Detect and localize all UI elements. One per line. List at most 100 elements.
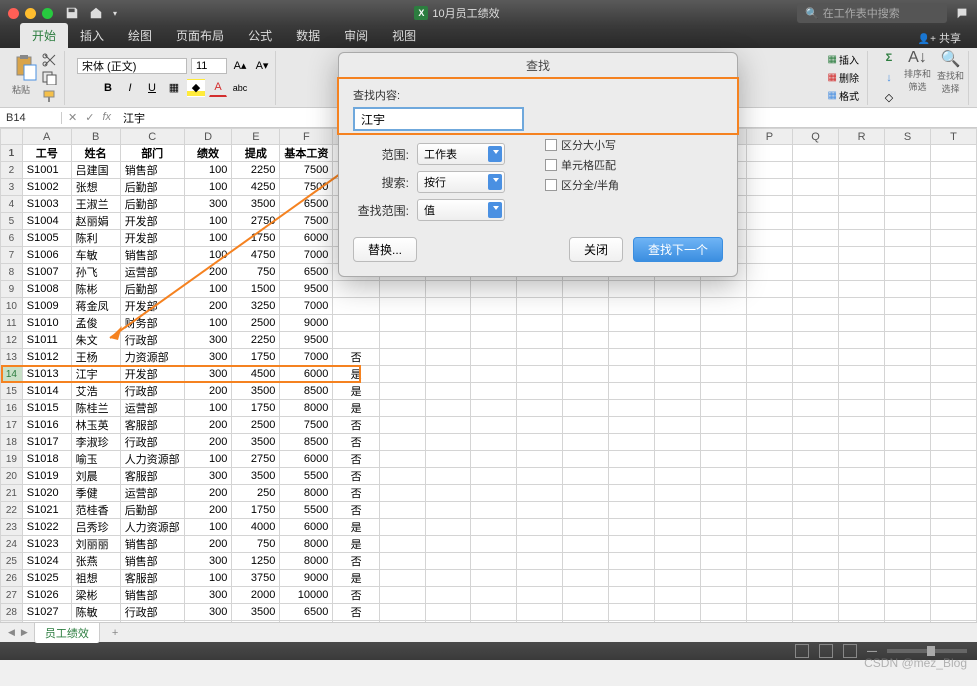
cell[interactable]: 200 <box>184 502 232 519</box>
cell[interactable] <box>700 366 746 383</box>
cell[interactable]: 8500 <box>280 383 333 400</box>
cell[interactable]: S1020 <box>22 485 71 502</box>
cell[interactable] <box>379 485 425 502</box>
row-header[interactable]: 9 <box>1 281 23 298</box>
cell[interactable] <box>471 383 517 400</box>
cell[interactable] <box>700 451 746 468</box>
cell[interactable]: 财务部 <box>120 315 184 332</box>
cell[interactable] <box>654 604 700 621</box>
cell[interactable] <box>608 570 654 587</box>
cell[interactable]: 后勤部 <box>120 196 184 213</box>
cell[interactable] <box>654 519 700 536</box>
cell[interactable] <box>471 298 517 315</box>
cell[interactable]: 250 <box>232 485 280 502</box>
col-header[interactable]: R <box>839 129 885 145</box>
cell[interactable] <box>792 434 838 451</box>
cell[interactable] <box>471 349 517 366</box>
cell[interactable]: 车敏 <box>71 247 120 264</box>
cell[interactable] <box>839 570 885 587</box>
cell[interactable]: 陈利 <box>71 230 120 247</box>
cell[interactable] <box>746 587 792 604</box>
cell[interactable]: S1010 <box>22 315 71 332</box>
cell[interactable] <box>931 400 977 417</box>
cell[interactable]: 客服部 <box>120 417 184 434</box>
cell[interactable] <box>562 400 608 417</box>
cell[interactable]: 是 <box>333 400 379 417</box>
cell[interactable]: 否 <box>333 451 379 468</box>
row-header[interactable]: 17 <box>1 417 23 434</box>
cell[interactable]: 100 <box>184 247 232 264</box>
replace-button[interactable]: 替换... <box>353 237 417 262</box>
cell[interactable] <box>839 383 885 400</box>
cell[interactable]: 7500 <box>280 213 333 230</box>
cell[interactable] <box>516 366 562 383</box>
table-header-cell[interactable]: 工号 <box>22 145 71 162</box>
sheet-nav-next-icon[interactable]: ▶ <box>21 627 28 638</box>
cell[interactable] <box>562 315 608 332</box>
cell[interactable]: 是 <box>333 621 379 623</box>
cell[interactable] <box>425 587 470 604</box>
cell[interactable] <box>608 332 654 349</box>
cell[interactable] <box>654 451 700 468</box>
cell[interactable]: 行政部 <box>120 383 184 400</box>
name-box[interactable]: B14 <box>0 112 62 124</box>
autosum-icon[interactable]: Σ <box>880 49 898 67</box>
cell[interactable]: 李淑珍 <box>71 434 120 451</box>
cell[interactable] <box>746 468 792 485</box>
cut-icon[interactable] <box>42 53 60 67</box>
cell[interactable]: 后勤部 <box>120 502 184 519</box>
cell[interactable] <box>379 553 425 570</box>
minimize-window-icon[interactable] <box>25 8 36 19</box>
cell[interactable] <box>471 332 517 349</box>
cell[interactable] <box>471 536 517 553</box>
cell[interactable] <box>471 502 517 519</box>
font-size-select[interactable] <box>191 58 227 74</box>
cell[interactable] <box>654 570 700 587</box>
cell[interactable]: 陈敏 <box>71 604 120 621</box>
cell[interactable]: 销售部 <box>120 536 184 553</box>
cell[interactable]: 3500 <box>232 468 280 485</box>
cell[interactable]: 开发部 <box>120 213 184 230</box>
cell[interactable] <box>516 502 562 519</box>
cell[interactable] <box>931 315 977 332</box>
cell[interactable]: 1750 <box>232 400 280 417</box>
cell[interactable] <box>746 332 792 349</box>
cell[interactable]: 张想 <box>71 179 120 196</box>
cell[interactable] <box>516 349 562 366</box>
cell[interactable] <box>839 264 885 281</box>
cell[interactable] <box>931 485 977 502</box>
cell[interactable] <box>885 179 931 196</box>
col-header[interactable]: A <box>22 129 71 145</box>
cell[interactable]: 否 <box>333 587 379 604</box>
row-header[interactable]: 16 <box>1 400 23 417</box>
save-icon[interactable] <box>65 6 79 20</box>
cell[interactable]: 梁彬 <box>71 587 120 604</box>
fx-icon[interactable]: fx <box>102 111 111 124</box>
cell[interactable] <box>931 434 977 451</box>
cell[interactable]: 7000 <box>280 298 333 315</box>
cell[interactable] <box>885 519 931 536</box>
cancel-formula-icon[interactable]: ✕ <box>68 111 77 124</box>
cell[interactable] <box>700 587 746 604</box>
cell[interactable] <box>792 570 838 587</box>
cell[interactable]: 赵丽娟 <box>71 213 120 230</box>
cell[interactable] <box>379 502 425 519</box>
cell[interactable] <box>746 553 792 570</box>
cell[interactable] <box>471 519 517 536</box>
cell[interactable] <box>700 417 746 434</box>
cell[interactable]: 范桂香 <box>71 502 120 519</box>
cell[interactable]: 王淑兰 <box>71 196 120 213</box>
cell[interactable]: 销售部 <box>120 587 184 604</box>
cell[interactable] <box>379 570 425 587</box>
cell[interactable] <box>700 570 746 587</box>
cell[interactable] <box>379 468 425 485</box>
font-color-button[interactable]: A <box>209 79 227 97</box>
row-header[interactable]: 11 <box>1 315 23 332</box>
cell[interactable]: 6000 <box>280 366 333 383</box>
cell[interactable]: 200 <box>184 298 232 315</box>
accept-formula-icon[interactable]: ✓ <box>85 111 94 124</box>
tab-页面布局[interactable]: 页面布局 <box>164 23 236 48</box>
underline-button[interactable]: U <box>143 79 161 97</box>
cell[interactable] <box>608 604 654 621</box>
cell[interactable] <box>885 553 931 570</box>
